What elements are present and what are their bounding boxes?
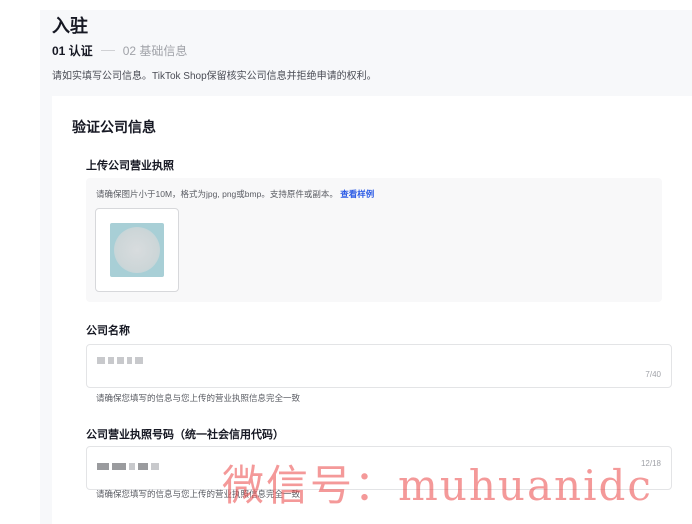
upload-hint-text: 请确保图片小于10M，格式为jpg, png或bmp。支持原件或副本。 [96,189,338,199]
watermark-text: 微信号：muhuanidc [222,461,653,510]
page-title: 入驻 [52,16,88,36]
masked-value [97,463,159,470]
page-header: 入驻 [52,14,88,38]
company-name-label: 公司名称 [86,325,130,337]
intro-text: 请如实填写公司信息。TikTok Shop保留核实公司信息并拒绝申请的权利。 [52,71,377,82]
company-name-input[interactable]: 7/40 [86,344,672,388]
view-sample-link[interactable]: 查看样例 [340,189,374,199]
license-upload-label: 上传公司营业执照 [86,160,174,172]
company-name-helper: 请确保您填写的信息与您上传的营业执照信息完全一致 [96,393,301,403]
step-divider [100,50,115,51]
step-basic-info: 02 基础信息 [122,44,188,58]
char-counter: 7/40 [645,370,661,379]
step-certification: 01 认证 [52,44,93,58]
step-indicator: 01 认证 02 基础信息 [52,42,187,59]
license-image-preview [110,223,164,277]
license-thumbnail[interactable] [95,208,179,292]
license-upload-hint: 请确保图片小于10M，格式为jpg, png或bmp。支持原件或副本。 查看样例 [96,188,374,200]
masked-value [97,357,143,364]
section-title: 验证公司信息 [72,119,156,135]
license-number-label: 公司营业执照号码（统一社会信用代码） [86,429,284,441]
